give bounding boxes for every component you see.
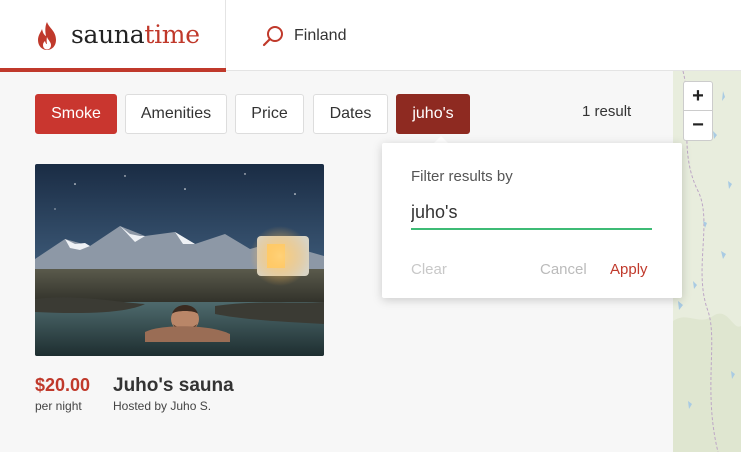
zoom-in-button[interactable]: +	[683, 81, 713, 111]
popover-label: Filter results by	[411, 168, 513, 185]
search-icon	[262, 26, 283, 47]
search-value[interactable]: Finland	[294, 27, 346, 45]
listing-title[interactable]: Juho's sauna	[113, 375, 234, 397]
result-count: 1 result	[582, 103, 632, 120]
listing-price-unit: per night	[35, 399, 82, 413]
sauna-photo	[35, 164, 324, 356]
top-bar: saunatime Finland	[0, 0, 741, 72]
active-underline	[0, 68, 226, 72]
brand-name-part1: sauna	[71, 20, 145, 49]
filter-price-button[interactable]: Price	[235, 94, 304, 134]
cancel-button[interactable]: Cancel	[540, 261, 587, 278]
filter-popover: Filter results by Clear Cancel Apply	[382, 143, 682, 298]
listing-host: Hosted by Juho S.	[113, 399, 212, 413]
filter-text-input[interactable]	[411, 197, 652, 230]
filter-dates-button[interactable]: Dates	[313, 94, 388, 134]
brand[interactable]: saunatime	[0, 0, 226, 72]
zoom-out-button[interactable]: −	[683, 111, 713, 141]
filter-query-button[interactable]: juho's	[396, 94, 470, 134]
clear-button[interactable]: Clear	[411, 261, 447, 278]
listing-photo[interactable]	[35, 164, 324, 356]
apply-button[interactable]: Apply	[610, 261, 648, 278]
brand-wordmark: saunatime	[71, 20, 200, 49]
flame-icon	[38, 22, 56, 50]
filter-amenities-button[interactable]: Amenities	[125, 94, 227, 134]
filter-smoke-button[interactable]: Smoke	[35, 94, 117, 134]
brand-name-part2: time	[144, 20, 200, 49]
location-search[interactable]: Finland	[262, 22, 346, 50]
listing-price: $20.00	[35, 375, 91, 395]
